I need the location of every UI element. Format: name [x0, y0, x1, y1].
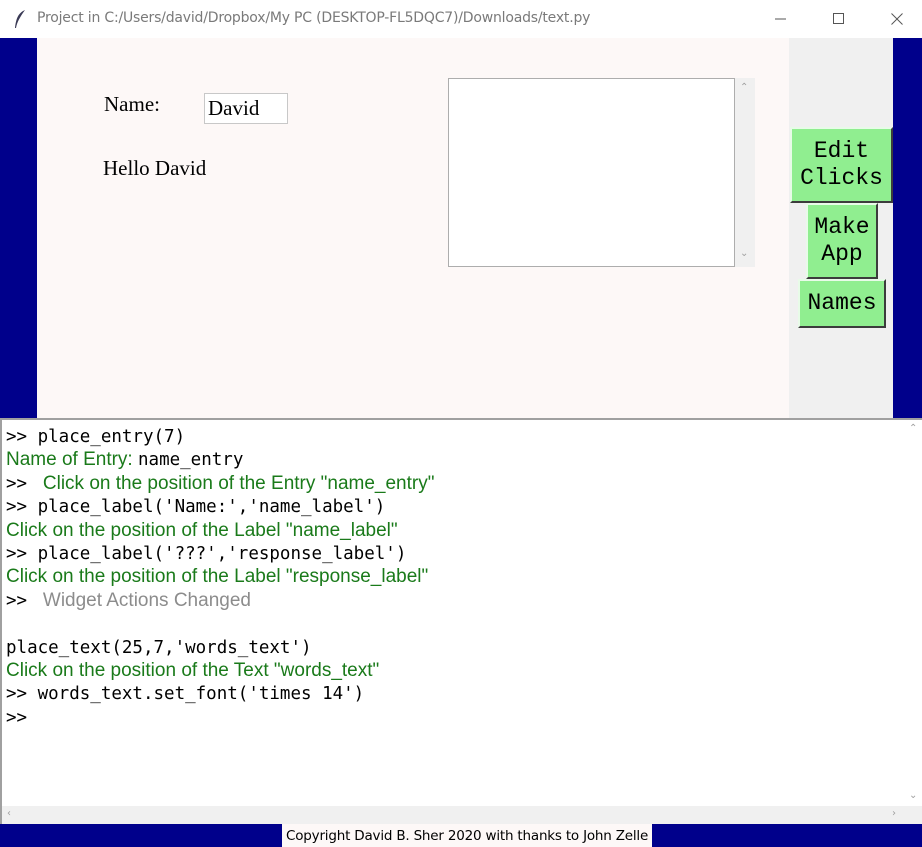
scroll-right-icon[interactable]: ›	[892, 808, 896, 819]
console-line: Click on the position of the Label "name…	[6, 519, 901, 542]
console-line: >> place_entry(7)	[6, 425, 901, 448]
console-command: >> words_text.set_font('times 14')	[6, 684, 365, 705]
console-vertical-scrollbar[interactable]: ⌃ ⌄	[905, 420, 922, 806]
console-output[interactable]: >> place_entry(7) Name of Entry: name_ent…	[0, 418, 922, 824]
console-line: Click on the position of the Label "resp…	[6, 565, 901, 588]
console-line: >> place_label('Name:','name_label')	[6, 495, 901, 518]
tk-feather-icon	[15, 10, 25, 28]
close-icon	[891, 13, 903, 25]
console-prompt: >>	[6, 473, 38, 494]
close-button[interactable]	[868, 0, 922, 38]
console-value: name_entry	[138, 450, 244, 471]
edit-clicks-button[interactable]: Edit Clicks	[790, 127, 893, 203]
scroll-up-icon[interactable]: ⌃	[909, 423, 917, 434]
console-command: place_text(25,7,'words_text')	[6, 637, 312, 658]
words-text-scrollbar[interactable]: ⌃ ⌄	[735, 78, 755, 267]
console-line: >> words_text.set_font('times 14')	[6, 682, 901, 705]
scroll-up-icon[interactable]: ⌃	[740, 82, 748, 93]
console-line: >> Click on the position of the Entry "n…	[6, 472, 901, 495]
minimize-button[interactable]	[752, 0, 810, 38]
scroll-down-icon[interactable]: ⌄	[740, 248, 748, 259]
title-bar: Project in C:/Users/david/Dropbox/My PC …	[0, 0, 922, 38]
console-line: >> place_label('???','response_label')	[6, 542, 901, 565]
console-line: Name of Entry: name_entry	[6, 448, 901, 471]
maximize-button[interactable]	[810, 0, 868, 38]
console-command: >> place_label('Name:','name_label')	[6, 497, 386, 518]
words-text-area[interactable]	[448, 78, 735, 267]
console-message: Name of Entry:	[6, 449, 138, 471]
copyright-text: Copyright David B. Sher 2020 with thanks…	[282, 824, 653, 847]
console-line: place_text(25,7,'words_text')	[6, 636, 901, 659]
console-horizontal-scrollbar[interactable]: ‹ ›	[2, 806, 905, 824]
console-line: Click on the position of the Text "words…	[6, 659, 901, 682]
console-message: Click on the position of the Text "words…	[6, 659, 380, 681]
name-entry[interactable]: David	[204, 93, 288, 124]
console-command: >> place_label('???','response_label')	[6, 543, 407, 564]
names-button[interactable]: Names	[798, 279, 886, 328]
maximize-icon	[833, 13, 844, 24]
console-command: >>	[6, 707, 28, 728]
response-label: Hello David	[103, 156, 207, 180]
left-border	[0, 38, 37, 418]
console-line: >>	[6, 706, 901, 729]
scroll-left-icon[interactable]: ‹	[7, 808, 11, 819]
console-line: >> Widget Actions Changed	[6, 589, 901, 612]
console-lines: >> place_entry(7) Name of Entry: name_ent…	[6, 425, 901, 729]
right-border	[893, 38, 922, 418]
console-message: Click on the position of the Entry "name…	[37, 472, 435, 494]
console-command: >> place_entry(7)	[6, 427, 186, 447]
console-message: Widget Actions Changed	[37, 589, 251, 611]
name-label: Name:	[104, 92, 160, 116]
console-message: Click on the position of the Label "resp…	[6, 566, 429, 588]
console-message: Click on the position of the Label "name…	[6, 519, 398, 541]
console-prompt: >>	[6, 590, 38, 611]
window-title: Project in C:/Users/david/Dropbox/My PC …	[37, 10, 591, 26]
make-app-button[interactable]: Make App	[806, 203, 878, 279]
scrollbar-corner	[905, 806, 922, 824]
minimize-icon	[775, 18, 786, 20]
scroll-down-icon[interactable]: ⌄	[909, 790, 917, 801]
